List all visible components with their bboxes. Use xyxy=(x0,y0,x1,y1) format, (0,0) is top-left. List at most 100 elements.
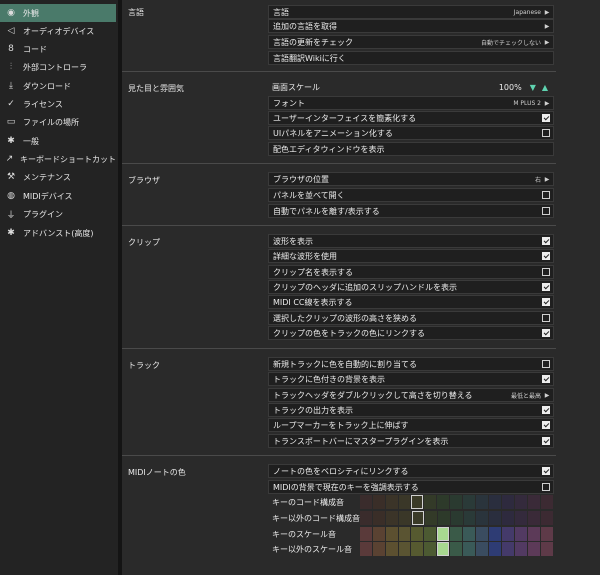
color-swatch[interactable] xyxy=(489,542,502,556)
track-row-5[interactable]: トランスポートバーにマスタープラグインを表示 xyxy=(268,434,554,448)
color-swatch[interactable] xyxy=(502,495,515,509)
color-swatch[interactable] xyxy=(515,495,528,509)
color-swatch[interactable] xyxy=(463,542,476,556)
color-swatch[interactable] xyxy=(411,542,424,556)
color-swatch[interactable] xyxy=(476,495,489,509)
checkbox[interactable] xyxy=(542,375,550,383)
color-swatch[interactable] xyxy=(489,511,502,525)
color-swatch[interactable] xyxy=(424,527,437,541)
font-row[interactable]: フォント M PLUS 2 ▶ xyxy=(268,96,554,110)
color-swatch[interactable] xyxy=(385,542,398,556)
color-swatch[interactable] xyxy=(437,495,450,509)
checkbox[interactable] xyxy=(542,421,550,429)
checkbox[interactable] xyxy=(542,360,550,368)
color-swatch[interactable] xyxy=(463,495,476,509)
checkbox[interactable] xyxy=(542,329,550,337)
sidebar-item-5[interactable]: ✓ ライセンス xyxy=(0,95,116,113)
sidebar-item-7[interactable]: ✱ 一般 xyxy=(0,132,116,150)
color-swatch[interactable] xyxy=(437,511,450,525)
track-row-0[interactable]: 新規トラックに色を自動的に割り当てる xyxy=(268,357,554,371)
sidebar-item-9[interactable]: ⚒ メンテナンス xyxy=(0,168,116,186)
color-swatch[interactable] xyxy=(476,527,489,541)
checkbox[interactable] xyxy=(542,191,550,199)
track-row-2[interactable]: トラックヘッダをダブルクリックして高さを切り替える 最低と最高 ▶ xyxy=(268,388,554,402)
appearance-row-1[interactable]: UIパネルをアニメーション化する xyxy=(268,126,554,140)
sidebar-item-8[interactable]: ↗ キーボードショートカット xyxy=(0,150,116,168)
color-swatch[interactable] xyxy=(450,527,463,541)
checkbox[interactable] xyxy=(542,283,550,291)
color-swatch[interactable] xyxy=(385,527,398,541)
sidebar-item-2[interactable]: 8 コード xyxy=(0,40,116,58)
color-swatch[interactable] xyxy=(437,527,450,541)
color-swatch[interactable] xyxy=(541,511,554,525)
color-swatch[interactable] xyxy=(463,527,476,541)
clip-row-0[interactable]: 波形を表示 xyxy=(268,234,554,248)
color-swatch[interactable] xyxy=(502,542,515,556)
color-swatch[interactable] xyxy=(385,495,398,509)
color-swatch[interactable] xyxy=(359,542,372,556)
sidebar-item-10[interactable]: ◍ MIDIデバイス xyxy=(0,187,116,205)
sidebar-item-1[interactable]: ◁ オーディオデバイス xyxy=(0,22,116,40)
checkbox[interactable] xyxy=(542,314,550,322)
clip-row-4[interactable]: MIDI CC線を表示する xyxy=(268,295,554,309)
language-row-1[interactable]: 追加の言語を取得 ▶ xyxy=(268,19,554,33)
color-swatch[interactable] xyxy=(398,542,411,556)
color-swatch[interactable] xyxy=(515,542,528,556)
sidebar-item-11[interactable]: ⏚ プラグイン xyxy=(0,205,116,223)
appearance-row-0[interactable]: ユーザーインターフェイスを簡素化する xyxy=(268,111,554,125)
color-swatch[interactable] xyxy=(411,495,424,509)
checkbox[interactable] xyxy=(542,129,550,137)
color-swatch[interactable] xyxy=(476,542,489,556)
color-swatch[interactable] xyxy=(528,542,541,556)
color-swatch[interactable] xyxy=(360,511,372,525)
browser-position-row[interactable]: ブラウザの位置 右 ▶ xyxy=(268,172,554,186)
color-swatch[interactable] xyxy=(411,511,424,525)
clip-row-6[interactable]: クリップの色をトラックの色にリンクする xyxy=(268,326,554,340)
sidebar-item-6[interactable]: ▭ ファイルの場所 xyxy=(0,113,116,131)
checkbox[interactable] xyxy=(542,268,550,276)
midi-row-1[interactable]: MIDIの背景で現在のキーを強調表示する xyxy=(268,480,554,494)
clip-row-2[interactable]: クリップ名を表示する xyxy=(268,265,554,279)
color-swatch[interactable] xyxy=(359,495,372,509)
color-swatch[interactable] xyxy=(398,495,411,509)
color-swatch[interactable] xyxy=(476,511,489,525)
color-swatch[interactable] xyxy=(359,527,372,541)
checkbox[interactable] xyxy=(542,207,550,215)
color-swatch[interactable] xyxy=(541,542,553,556)
color-swatch[interactable] xyxy=(372,511,385,525)
color-swatch[interactable] xyxy=(385,511,398,525)
color-swatch[interactable] xyxy=(502,527,515,541)
color-swatch[interactable] xyxy=(528,527,541,541)
color-swatch[interactable] xyxy=(450,495,463,509)
color-swatch[interactable] xyxy=(437,542,450,556)
color-swatch[interactable] xyxy=(463,511,476,525)
color-swatch[interactable] xyxy=(450,511,463,525)
color-swatch[interactable] xyxy=(515,527,528,541)
midi-row-0[interactable]: ノートの色をベロシティにリンクする xyxy=(268,464,554,478)
color-swatch[interactable] xyxy=(489,527,502,541)
checkbox[interactable] xyxy=(542,237,550,245)
clip-row-1[interactable]: 詳細な波形を使用 xyxy=(268,249,554,263)
sidebar-item-0[interactable]: ◉ 外観 xyxy=(0,4,116,22)
color-swatch[interactable] xyxy=(541,527,553,541)
checkbox[interactable] xyxy=(542,298,550,306)
track-row-4[interactable]: ループマーカーをトラック上に伸ばす xyxy=(268,418,554,432)
browser-row-0[interactable]: パネルを並べて開く xyxy=(268,188,554,202)
color-swatch[interactable] xyxy=(424,542,437,556)
sidebar-item-3[interactable]: ⫶ 外部コントローラ xyxy=(0,58,116,76)
language-row-3[interactable]: 言語翻訳Wikiに行く xyxy=(268,51,554,65)
color-swatch[interactable] xyxy=(372,542,385,556)
color-swatch[interactable] xyxy=(372,495,385,509)
color-swatch[interactable] xyxy=(541,495,553,509)
color-swatch[interactable] xyxy=(372,527,385,541)
color-swatch[interactable] xyxy=(424,511,437,525)
color-swatch[interactable] xyxy=(411,527,424,541)
track-row-1[interactable]: トラックに色付きの背景を表示 xyxy=(268,372,554,386)
checkbox[interactable] xyxy=(542,252,550,260)
color-swatch[interactable] xyxy=(528,511,541,525)
checkbox[interactable] xyxy=(542,406,550,414)
color-swatch[interactable] xyxy=(502,511,515,525)
color-swatch[interactable] xyxy=(528,495,541,509)
sidebar-item-4[interactable]: ⤓ ダウンロード xyxy=(0,77,116,95)
color-swatch[interactable] xyxy=(489,495,502,509)
